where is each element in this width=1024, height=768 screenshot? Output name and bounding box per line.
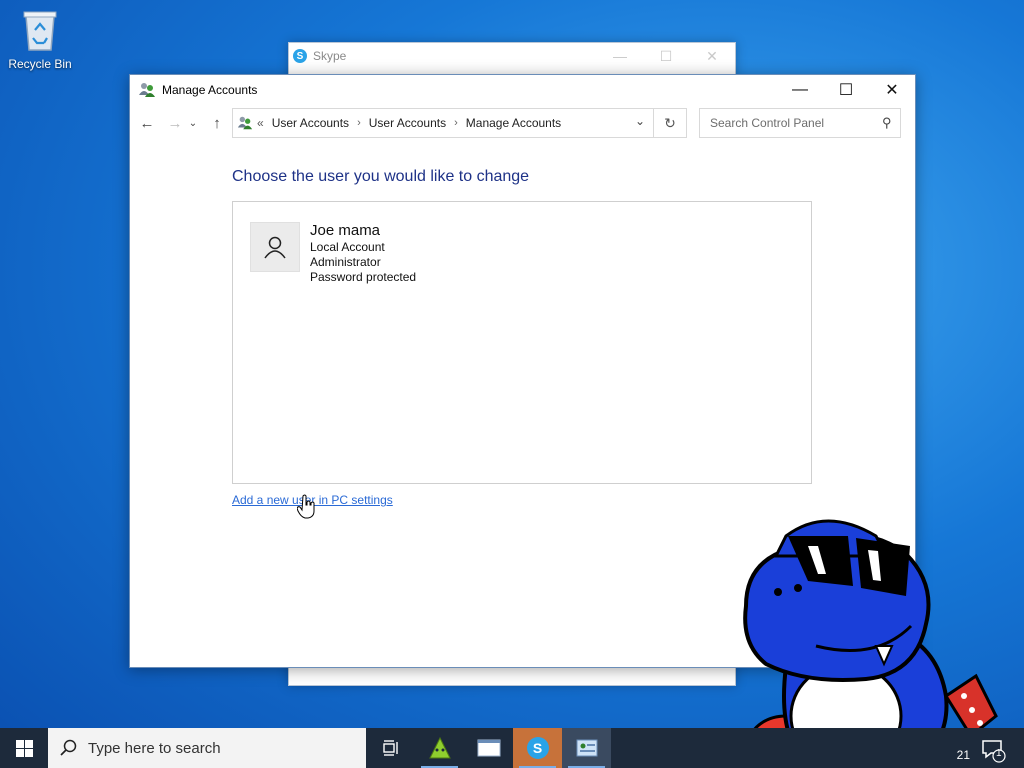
recycle-bin-desktop-icon[interactable]: Recycle Bin (6, 8, 74, 71)
search-icon (60, 739, 77, 756)
breadcrumb-manage-accounts[interactable]: Manage Accounts (466, 116, 561, 130)
user-password-status: Password protected (310, 270, 417, 284)
taskbar-app-window[interactable] (464, 728, 513, 768)
taskbar-search-box[interactable]: Type here to search (48, 728, 366, 768)
breadcrumb-overflow[interactable]: « (257, 116, 264, 130)
search-input[interactable] (708, 115, 882, 131)
recent-locations-button[interactable]: ⌄ (186, 109, 200, 137)
task-view-icon (382, 740, 398, 756)
window-titlebar[interactable]: Manage Accounts — ☐ ✕ (130, 75, 915, 105)
user-account-type: Local Account (310, 240, 385, 254)
task-view-button[interactable] (366, 728, 415, 768)
user-name: Joe mama (310, 222, 381, 239)
breadcrumb-separator[interactable]: › (454, 117, 458, 129)
user-account-tile[interactable]: Joe mama Local Account Administrator Pas… (250, 222, 416, 285)
search-box[interactable]: ⚲ (699, 108, 901, 138)
taskbar-app-control-panel[interactable] (562, 728, 611, 768)
action-center-icon (982, 740, 1006, 763)
control-panel-icon (576, 739, 597, 757)
avatar (250, 222, 300, 272)
user-accounts-icon (139, 83, 155, 97)
skype-logo-icon: S (293, 49, 307, 63)
taskbar-search-placeholder[interactable]: Type here to search (88, 740, 221, 757)
window-app-icon (477, 739, 500, 757)
start-button[interactable] (0, 728, 48, 768)
recycle-bin-icon (23, 11, 57, 51)
skype-close-button[interactable]: ✕ (689, 43, 735, 69)
taskbar-app-skype[interactable]: S (513, 728, 562, 768)
breadcrumb-user-accounts-2[interactable]: User Accounts (369, 116, 446, 130)
chevron-down-icon[interactable]: ⌄ (635, 114, 645, 128)
clock-fragment[interactable]: 21 (957, 748, 970, 762)
refresh-button[interactable]: ↻ (654, 108, 687, 138)
taskbar: Type here to search S (0, 728, 1024, 768)
skype-minimize-button[interactable]: — (597, 43, 643, 69)
windows-logo-icon (15, 739, 33, 757)
page-heading: Choose the user you would like to change (232, 168, 530, 185)
notifications-button[interactable]: 1 (980, 737, 1006, 768)
skype-title: Skype (313, 49, 347, 63)
breadcrumb-separator[interactable]: › (357, 117, 361, 129)
user-silhouette-icon (264, 236, 286, 259)
search-icon[interactable]: ⚲ (882, 115, 892, 131)
accounts-list: Joe mama Local Account Administrator Pas… (232, 201, 812, 484)
user-accounts-icon (237, 116, 253, 130)
taskbar-app-android[interactable] (415, 728, 464, 768)
address-bar[interactable]: « User Accounts › User Accounts › Manage… (232, 108, 654, 138)
hand-cursor-icon (297, 494, 315, 519)
notification-count-badge: 1 (996, 748, 1002, 759)
skype-maximize-button[interactable]: ☐ (643, 43, 689, 69)
window-title: Manage Accounts (162, 83, 258, 97)
breadcrumb-user-accounts-1[interactable]: User Accounts (272, 116, 349, 130)
maximize-button[interactable]: ☐ (823, 75, 869, 105)
navigation-bar: ← → ⌄ ↑ « User Accounts › User Accounts … (130, 105, 915, 141)
minimize-button[interactable]: — (777, 75, 823, 105)
forward-button[interactable]: → (164, 109, 186, 137)
back-button[interactable]: ← (136, 109, 158, 137)
close-button[interactable]: ✕ (869, 75, 915, 105)
up-button[interactable]: ↑ (206, 109, 228, 137)
skype-icon: S (526, 737, 549, 759)
user-role: Administrator (310, 255, 381, 269)
android-app-icon (428, 736, 451, 759)
recycle-bin-label: Recycle Bin (8, 57, 72, 71)
